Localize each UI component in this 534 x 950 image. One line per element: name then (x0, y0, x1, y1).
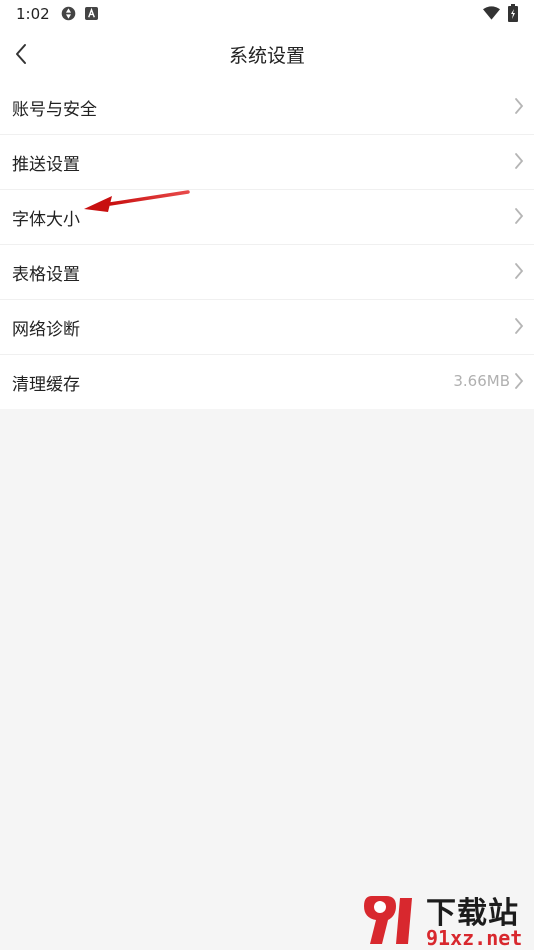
cache-size-value: 3.66MB (453, 372, 510, 390)
chevron-right-icon (515, 318, 524, 334)
settings-item-label: 推送设置 (12, 155, 80, 175)
watermark-logo-icon (364, 896, 412, 944)
status-time: 1:02 (16, 5, 50, 23)
settings-item-clear-cache[interactable]: 清理缓存 3.66MB (0, 355, 534, 409)
settings-item-label: 字体大小 (12, 210, 80, 230)
settings-item-font-size[interactable]: 字体大小 (0, 190, 534, 245)
font-icon (85, 7, 98, 20)
status-bar: 1:02 (0, 0, 534, 28)
settings-item-table[interactable]: 表格设置 (0, 245, 534, 300)
chevron-right-icon (515, 373, 524, 389)
watermark: 下载站 91xz.net (360, 888, 534, 950)
settings-item-push[interactable]: 推送设置 (0, 135, 534, 190)
wifi-icon (483, 6, 500, 20)
app-bar: 系统设置 (0, 28, 534, 80)
settings-list: 账号与安全 推送设置 字体大小 表格设置 网络诊断 清理缓存 3.66MB (0, 80, 534, 409)
battery-charging-icon (508, 4, 518, 22)
sync-icon (61, 6, 76, 21)
settings-item-label: 表格设置 (12, 265, 80, 285)
chevron-right-icon (515, 208, 524, 224)
settings-item-account-security[interactable]: 账号与安全 (0, 80, 534, 135)
settings-item-label: 清理缓存 (12, 375, 80, 395)
chevron-right-icon (515, 263, 524, 279)
settings-item-label: 账号与安全 (12, 100, 97, 120)
settings-item-label: 网络诊断 (12, 320, 80, 340)
chevron-right-icon (515, 98, 524, 114)
chevron-right-icon (515, 153, 524, 169)
watermark-url: 91xz.net (426, 926, 523, 950)
page-title: 系统设置 (228, 45, 305, 67)
settings-item-network-diagnosis[interactable]: 网络诊断 (0, 300, 534, 355)
